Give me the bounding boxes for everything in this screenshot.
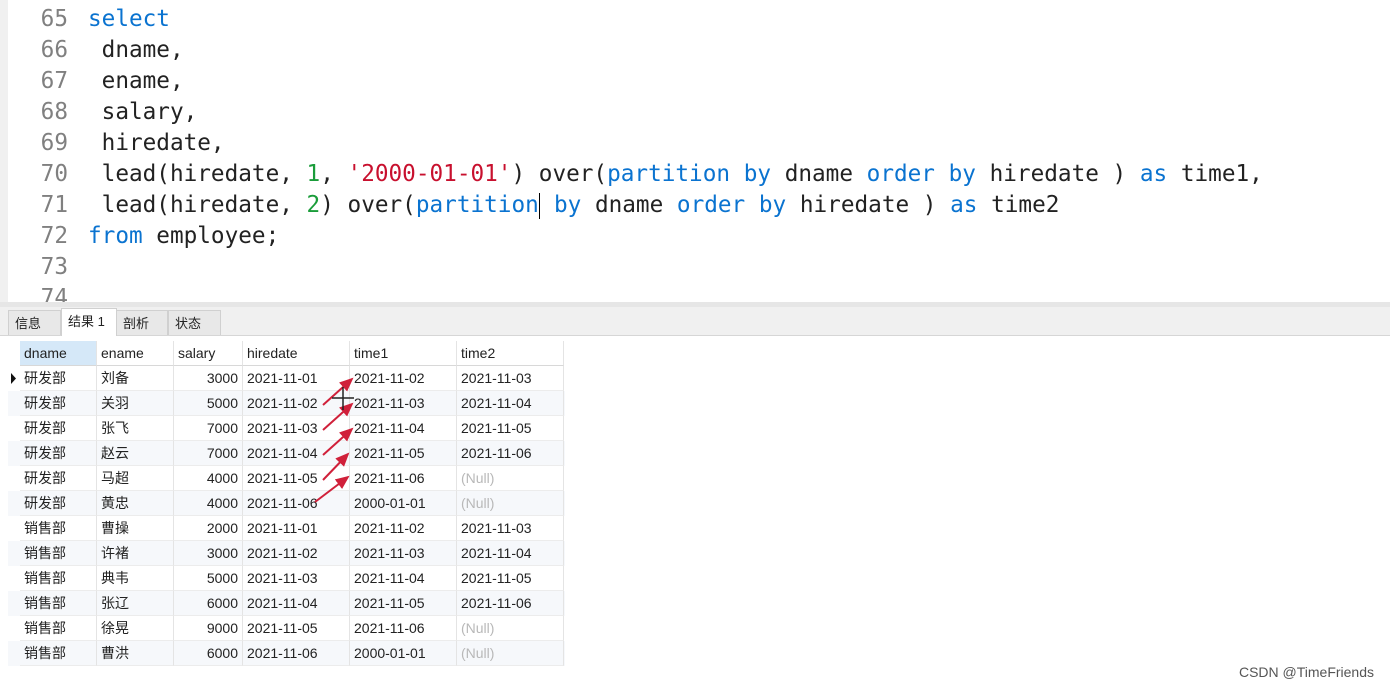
watermark: CSDN @TimeFriends [1238, 664, 1374, 680]
cursor-crosshair-icon [332, 387, 354, 410]
annotation-arrows [314, 377, 354, 503]
